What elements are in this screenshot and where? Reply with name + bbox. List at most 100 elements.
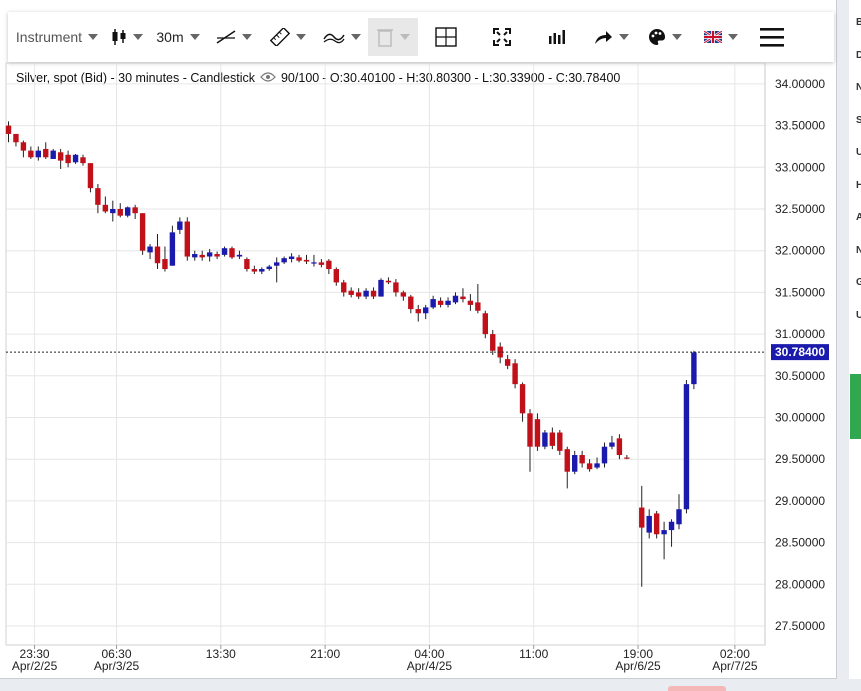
side-panel-letter: U (856, 147, 861, 158)
y-tick-label: 32.50000 (775, 202, 825, 216)
candle-up (259, 269, 265, 272)
candle-down (341, 282, 347, 293)
candle-down (519, 384, 526, 414)
candle-up (281, 258, 287, 263)
side-panel-letter: U (856, 309, 861, 321)
candle-up (378, 279, 384, 297)
candle-up (50, 150, 56, 159)
candle-down (460, 296, 466, 300)
candle-down (229, 248, 235, 258)
candle-down (639, 507, 645, 528)
x-tick-time: 11:00 (519, 647, 548, 661)
candle-down (184, 221, 190, 257)
candle-up (35, 150, 41, 158)
candle-down (624, 457, 630, 459)
candle-down (132, 207, 138, 214)
candle-down (616, 438, 623, 456)
candle-down (13, 133, 19, 143)
price-chart[interactable]: 34.00000 33.50000 33.00000 32.50000 32.00000… (0, 0, 836, 678)
y-tick-label: 32.00000 (775, 244, 825, 258)
candle-down (102, 204, 109, 212)
candle-down (467, 300, 474, 305)
side-panel-letter: H (856, 179, 861, 191)
y-tick-label: 29.50000 (775, 452, 825, 466)
candle-up (169, 232, 176, 266)
candle-up (609, 442, 615, 447)
candle-up (661, 530, 667, 535)
candle-down (408, 296, 414, 310)
candle-down (370, 290, 377, 297)
candle-down (348, 290, 354, 295)
candle-down (355, 292, 362, 297)
candle-up (452, 295, 459, 303)
y-tick-label: 27.50000 (775, 619, 825, 633)
side-panel-letter: S (856, 114, 861, 126)
candle-down (80, 157, 86, 164)
candle-up (311, 262, 317, 264)
candle-down (482, 313, 488, 335)
y-tick-label: 33.00000 (775, 160, 825, 174)
candle-up (266, 266, 272, 270)
candle-down (475, 302, 481, 311)
candle-down (326, 260, 332, 270)
x-tick-date: Apr/2/25 (12, 659, 58, 673)
x-tick-date: Apr/6/25 (615, 659, 661, 673)
candle-down (303, 259, 310, 262)
candle-down (385, 280, 392, 283)
side-panel-letter: N (856, 244, 861, 256)
candle-up (668, 521, 675, 531)
candle-down (5, 125, 12, 134)
candle-down (527, 413, 533, 447)
side-tab-green[interactable] (850, 374, 861, 439)
candle-up (125, 207, 131, 216)
candle-up (363, 290, 369, 297)
x-tick-date: Apr/4/25 (407, 659, 453, 673)
side-panel-letter: D (856, 49, 861, 61)
candle-down (415, 309, 421, 314)
candle-down (251, 269, 258, 272)
candle-up (445, 300, 451, 305)
candle-down (214, 254, 220, 257)
candle-up (676, 509, 682, 525)
side-panel-letter: A (856, 212, 861, 223)
x-tick-date: Apr/7/25 (712, 659, 758, 673)
candle-up (110, 209, 116, 214)
side-panel-letter: B (856, 17, 861, 28)
candle-down (564, 449, 570, 472)
candle-down (296, 257, 302, 261)
candle-up (147, 246, 153, 253)
candle-up (72, 154, 79, 163)
y-tick-label: 33.50000 (775, 119, 825, 133)
candle-up (542, 432, 548, 447)
candle-down (549, 432, 556, 446)
candle-down (87, 163, 94, 189)
candle-down (534, 419, 541, 447)
candle-down (318, 262, 325, 265)
y-tick-label: 34.00000 (775, 77, 825, 91)
x-tick-date: Apr/3/25 (94, 659, 140, 673)
candle-down (43, 148, 49, 158)
side-panel-letter: G (856, 277, 861, 288)
candle-down (653, 513, 660, 535)
chart-window: Instrument 30m Silver, spot (Bid) - 30 m… (0, 0, 837, 679)
candle-up (594, 463, 600, 468)
x-tick-time: 21:00 (310, 647, 340, 661)
candle-up (691, 352, 697, 385)
candle-up (221, 248, 228, 255)
y-tick-label: 29.00000 (775, 494, 825, 508)
candle-down (57, 152, 64, 161)
candle-up (423, 307, 429, 314)
y-tick-label: 30.50000 (775, 369, 825, 383)
candle-down (117, 209, 123, 216)
candle-down (393, 282, 399, 293)
bottom-tab[interactable] (668, 686, 726, 691)
candle-down (65, 154, 71, 164)
candle-up (430, 299, 436, 308)
right-side-panel: B D N S U H A N G U (849, 0, 861, 691)
candle-down (504, 359, 511, 366)
candle-up (288, 256, 295, 260)
candle-down (244, 259, 250, 270)
candle-up (646, 515, 652, 533)
plot-area (5, 62, 766, 646)
candle-up (236, 254, 243, 257)
